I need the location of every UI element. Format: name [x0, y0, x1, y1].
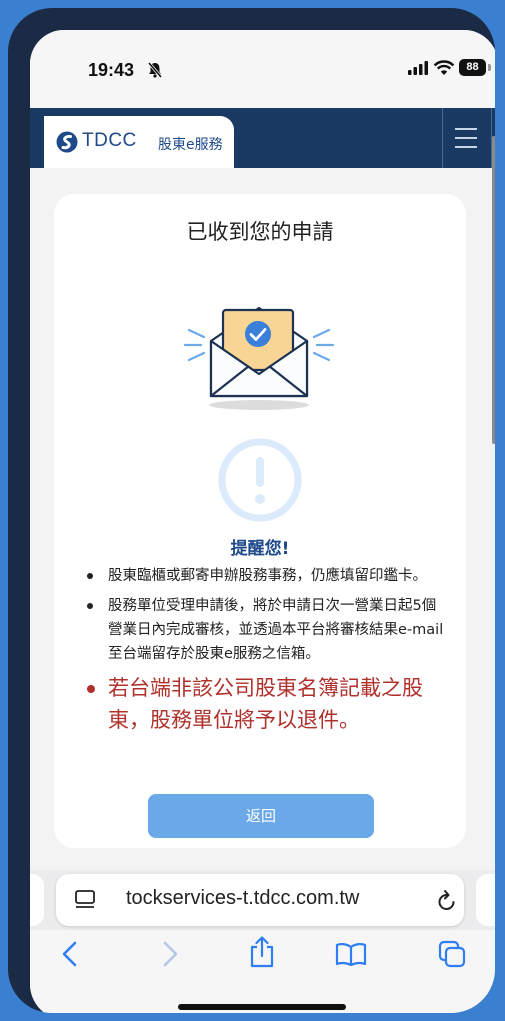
page-title: 已收到您的申請	[186, 220, 334, 244]
back-button[interactable]: 返回	[148, 794, 374, 838]
page-menu-icon[interactable]	[74, 889, 96, 911]
reminder-heading: 提醒您!	[230, 539, 290, 559]
wifi-icon	[433, 60, 455, 75]
battery-tip	[488, 64, 491, 71]
next-tab-peek[interactable]	[476, 874, 495, 926]
forward-chevron-icon[interactable]	[160, 940, 180, 968]
menu-line-icon	[455, 146, 477, 148]
cellular-signal-icon	[408, 61, 428, 75]
mail-check-illustration-icon	[183, 306, 335, 410]
share-icon[interactable]	[248, 936, 276, 968]
list-item: 股務單位受理申請後，將於申請日次一營業日起5個營業日內完成審核，並透過本平台將審…	[84, 594, 450, 666]
tdcc-logo-icon	[56, 131, 78, 153]
address-bar[interactable]: tockservices-t.tdcc.com.tw	[56, 874, 464, 926]
previous-tab-peek[interactable]	[30, 874, 44, 926]
hamburger-menu-button[interactable]	[442, 108, 492, 168]
screen: 19:43 88 TDCC 股東e服務 已收到您的申請 提醒您! 股東臨櫃或郵寄…	[30, 30, 495, 1013]
battery-icon: 88	[459, 59, 486, 76]
warning-list-item: 若台端非該公司股東名簿記載之股東，股務單位將予以退件。	[84, 672, 450, 736]
exclamation-circle-icon	[218, 438, 302, 522]
bookmarks-icon[interactable]	[335, 942, 367, 966]
menu-line-icon	[455, 137, 477, 139]
logo-text: TDCC	[82, 130, 137, 151]
page-scrollbar[interactable]	[492, 136, 495, 444]
site-header: TDCC 股東e服務	[30, 108, 495, 168]
status-bar: 19:43 88	[30, 30, 495, 108]
browser-toolbar	[30, 930, 495, 1013]
silent-bell-icon	[147, 62, 163, 78]
home-indicator[interactable]	[178, 1004, 346, 1010]
logo-subtitle: 股東e服務	[158, 137, 223, 153]
tabs-icon[interactable]	[438, 940, 466, 968]
url-text: tockservices-t.tdcc.com.tw	[126, 887, 360, 909]
status-time: 19:43	[88, 60, 135, 80]
notes-list: 股東臨櫃或郵寄申辦股務事務，仍應填留印鑑卡。 股務單位受理申請後，將於申請日次一…	[84, 564, 450, 742]
back-chevron-icon[interactable]	[60, 940, 80, 968]
list-item: 股東臨櫃或郵寄申辦股務事務，仍應填留印鑑卡。	[84, 564, 450, 588]
confirmation-card: 已收到您的申請 提醒您! 股東臨櫃或郵寄申辦股務事務，仍應填留印鑑卡。 股務單位…	[54, 194, 466, 848]
menu-line-icon	[455, 128, 477, 130]
phone-frame: 19:43 88 TDCC 股東e服務 已收到您的申請 提醒您! 股東臨櫃或郵寄…	[8, 8, 495, 1013]
tdcc-logo[interactable]: TDCC 股東e服務	[44, 116, 234, 168]
reload-icon[interactable]	[436, 888, 458, 912]
